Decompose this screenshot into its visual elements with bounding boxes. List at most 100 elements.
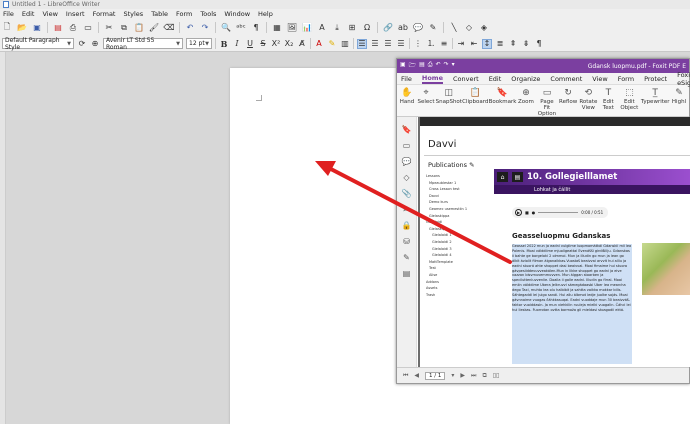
attachments-panel-icon[interactable]: 📎	[402, 189, 412, 198]
tree-item[interactable]: Geamec usemestiin 1	[426, 206, 488, 213]
tab-edit[interactable]: Edit	[489, 75, 502, 83]
print-icon[interactable]: ⎙	[68, 23, 78, 33]
tree-item[interactable]: Gielalaidi	[426, 219, 488, 226]
paste-icon[interactable]: 📋	[134, 23, 144, 33]
align-right-icon[interactable]: ☰	[383, 39, 393, 49]
tab-protect[interactable]: Protect	[644, 75, 667, 83]
save-icon[interactable]: ▤	[419, 61, 425, 71]
new-document-icon[interactable]: 🗋	[2, 22, 12, 33]
font-color-icon[interactable]: A	[314, 39, 324, 49]
page-fit-option-button[interactable]: ▭ Page Fit Option	[537, 88, 557, 117]
next-page-icon[interactable]: ▶	[460, 372, 465, 379]
tree-item[interactable]: Test	[426, 265, 488, 272]
layers-panel-icon[interactable]: ◇	[403, 173, 409, 182]
hand-button[interactable]: ✋ Hand	[399, 88, 415, 105]
numbered-list-icon[interactable]: ⒈	[426, 39, 436, 49]
menu-table[interactable]: Table	[151, 10, 168, 18]
new-style-icon[interactable]: ⊕	[90, 39, 100, 49]
typewriter-button[interactable]: T̲ Typewriter	[641, 88, 670, 105]
menu-insert[interactable]: Insert	[66, 10, 85, 18]
security-panel-icon[interactable]: 🔒	[402, 221, 412, 230]
paragraph-spacing-icon[interactable]: ↕	[482, 38, 492, 49]
tree-item[interactable]: Davvi	[426, 193, 488, 200]
bookmark-button[interactable]: 🔖 Bookmark	[489, 88, 517, 105]
clipboard-button[interactable]: 📋 Clipboard	[462, 88, 488, 105]
character-shading-icon[interactable]: ▥	[340, 39, 350, 49]
customize-icon[interactable]: ▾	[452, 61, 455, 71]
menu-tools[interactable]: Tools	[200, 10, 216, 18]
basic-shapes-icon[interactable]: ◇	[464, 23, 474, 33]
tags-panel-icon[interactable]: ⛁	[403, 237, 410, 246]
update-style-icon[interactable]: ⟳	[77, 39, 87, 49]
tree-item[interactable]: MattTemplate	[426, 259, 488, 266]
tab-convert[interactable]: Convert	[453, 75, 479, 83]
formatting-marks-icon[interactable]: ¶	[251, 23, 261, 33]
page-number-field[interactable]: 1 / 1	[425, 371, 446, 380]
tree-item[interactable]: Gielalaidi 2	[426, 239, 488, 246]
paragraph-style-select[interactable]: Default Paragraph Style ▼	[2, 37, 74, 51]
comments-panel-icon[interactable]: 💬	[402, 157, 412, 166]
page-thumbnails-icon[interactable]: ▭	[403, 141, 411, 150]
tab-comment[interactable]: Comment	[550, 75, 582, 83]
menu-view[interactable]: View	[42, 10, 57, 18]
two-page-icon[interactable]: ▯▯	[493, 372, 500, 379]
track-changes-icon[interactable]: ✎	[428, 23, 438, 33]
line-icon[interactable]: ╲	[449, 23, 459, 33]
font-name-select[interactable]: Avenir LT Std 55 Roman ▼	[103, 37, 183, 51]
clear-direct-formatting-icon[interactable]: A̸	[297, 39, 307, 49]
outline-list-icon[interactable]: ≡	[439, 39, 449, 49]
tree-item[interactable]: Demo kurs	[426, 199, 488, 206]
draw-functions-icon[interactable]: ◈	[479, 23, 489, 33]
superscript-icon[interactable]: X²	[271, 39, 281, 49]
decrease-indent-icon[interactable]: ⇤	[469, 39, 479, 49]
highlight-color-icon[interactable]: ✎	[327, 39, 337, 49]
find-replace-icon[interactable]: 🔍	[221, 23, 231, 33]
tab-view[interactable]: View	[592, 75, 607, 83]
redo-icon[interactable]: ↷	[200, 23, 210, 33]
menu-file[interactable]: File	[3, 10, 14, 18]
redo-icon[interactable]: ↷	[444, 61, 449, 71]
tree-item[interactable]: Gielaskippa	[426, 226, 488, 233]
insert-textbox-icon[interactable]: A	[317, 23, 327, 33]
menu-form[interactable]: Form	[176, 10, 192, 18]
content-panel-icon[interactable]: ✎	[403, 253, 410, 262]
underline-icon[interactable]: U	[245, 39, 255, 49]
clear-formatting-icon[interactable]: ⌫	[163, 23, 174, 33]
strikethrough-icon[interactable]: S	[258, 39, 268, 49]
menu-styles[interactable]: Styles	[123, 10, 143, 18]
tree-item[interactable]: Gielalaidi 3	[426, 246, 488, 253]
tree-item[interactable]: Gielalaidi 4	[426, 252, 488, 259]
align-left-icon[interactable]: ☰	[357, 38, 367, 49]
bold-icon[interactable]: B	[219, 39, 229, 49]
pdf-document-view[interactable]: Davvi Publications ✎ Lessons Mpeaublestar…	[418, 117, 690, 367]
save-icon[interactable]: ▣	[32, 23, 42, 33]
tree-item[interactable]: Addons	[426, 279, 488, 286]
tab-home[interactable]: Home	[421, 74, 443, 84]
insert-chart-icon[interactable]: 📊	[302, 23, 312, 33]
hyperlink-icon[interactable]: 🔗	[383, 23, 393, 33]
previous-page-icon[interactable]: ◀	[414, 372, 419, 379]
page-dropdown-icon[interactable]: ▾	[451, 372, 454, 379]
tree-item[interactable]: Trash	[426, 292, 488, 299]
snapshot-button[interactable]: ◫ SnapShot	[436, 88, 462, 105]
bookmark-panel-icon[interactable]: 🔖	[402, 125, 412, 134]
menu-window[interactable]: Window	[224, 10, 250, 18]
spelling-icon[interactable]: ᵃᵇᶜ	[236, 23, 246, 33]
insert-image-icon[interactable]: 🖼	[287, 23, 297, 33]
pdf-page[interactable]: Davvi Publications ✎ Lessons Mpeaublestar…	[420, 117, 690, 367]
page-view-icon[interactable]: ⧉	[482, 372, 486, 380]
highlight-button[interactable]: ✎ Highl	[671, 88, 687, 105]
comment-icon[interactable]: 💬	[413, 23, 423, 33]
undo-icon[interactable]: ↶	[436, 61, 441, 71]
italic-icon[interactable]: I	[232, 39, 242, 49]
line-spacing-icon[interactable]: ≣	[495, 39, 505, 49]
bullet-list-icon[interactable]: ⋮	[413, 39, 423, 49]
destinations-panel-icon[interactable]: ▤	[403, 269, 411, 278]
last-page-icon[interactable]: ⏭	[471, 372, 476, 380]
reflow-button[interactable]: ↻ Reflow	[559, 88, 577, 105]
align-center-icon[interactable]: ☰	[370, 39, 380, 49]
cut-icon[interactable]: ✂	[104, 23, 114, 33]
zoom-button[interactable]: ⊕ Zoom	[518, 88, 534, 105]
copy-icon[interactable]: ⧉	[119, 23, 129, 33]
select-button[interactable]: ⌖ Select	[418, 88, 435, 105]
